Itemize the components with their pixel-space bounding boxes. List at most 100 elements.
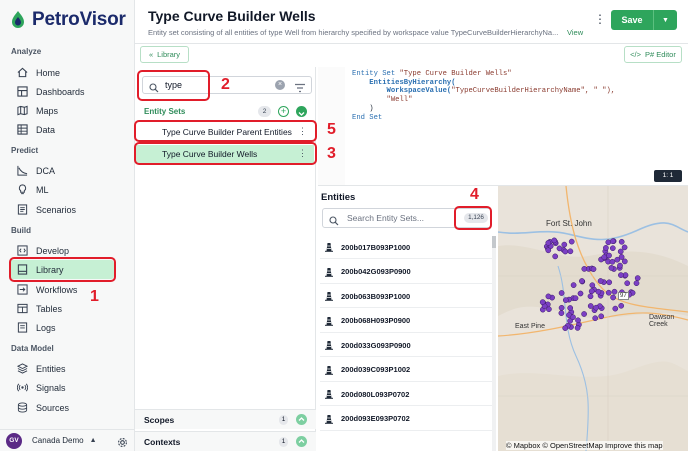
well-point[interactable]	[562, 248, 569, 255]
well-point[interactable]	[633, 280, 640, 287]
table-row[interactable]: 200d080L093P0702	[320, 383, 494, 406]
scrollbar-thumb[interactable]	[492, 236, 496, 248]
well-point[interactable]	[634, 275, 641, 281]
map[interactable]: Fort St. John East Pine Dawson Creek 97	[498, 186, 688, 451]
sidebar-item-sources[interactable]: Sources	[10, 398, 114, 417]
well-point[interactable]	[617, 262, 623, 269]
sidebar-item-maps[interactable]: Maps	[10, 101, 114, 120]
well-point[interactable]	[587, 303, 594, 309]
code-content[interactable]: Entity Set "Type Curve Builder Wells" En…	[352, 70, 615, 122]
expand-icon[interactable]	[296, 436, 307, 447]
contexts-section[interactable]: Contexts 1	[135, 431, 316, 451]
well-point[interactable]	[618, 254, 625, 260]
view-link[interactable]: View	[567, 28, 583, 37]
well-point[interactable]	[612, 305, 619, 312]
well-point[interactable]	[605, 289, 612, 296]
sidebar-item-signals[interactable]: Signals	[10, 378, 114, 397]
sidebar-item-dashboards[interactable]: Dashboards	[10, 82, 114, 101]
chevron-down-icon[interactable]: ▼	[654, 17, 677, 24]
well-point[interactable]	[621, 244, 628, 251]
p-editor-button[interactable]: </> P# Editor	[624, 46, 682, 63]
clear-search-icon[interactable]: ×	[275, 80, 285, 90]
well-point[interactable]	[570, 314, 576, 321]
filter-icon[interactable]	[294, 80, 306, 93]
well-point[interactable]	[570, 282, 577, 288]
table-row[interactable]: 200b017B093P1000	[320, 236, 494, 259]
expand-icon[interactable]	[296, 414, 307, 425]
well-point[interactable]	[562, 297, 569, 303]
back-to-library-button[interactable]: « Library	[140, 46, 189, 63]
sidebar-item-data[interactable]: Data	[10, 120, 114, 139]
well-point[interactable]	[601, 254, 608, 261]
well-point[interactable]	[567, 305, 574, 311]
sidebar-item-scenarios[interactable]: Scenarios	[10, 200, 114, 219]
well-point[interactable]	[597, 278, 604, 284]
collapse-icon[interactable]	[296, 106, 307, 117]
gear-icon[interactable]	[117, 435, 128, 447]
well-point[interactable]	[618, 238, 625, 245]
chevron-down-icon[interactable]: ▲	[90, 437, 97, 444]
well-point[interactable]	[606, 279, 613, 286]
table-row[interactable]: 200d039C093P1002	[320, 359, 494, 382]
well-point[interactable]	[595, 288, 602, 295]
well-point[interactable]	[575, 317, 581, 324]
table-row[interactable]: 200b063B093P1000	[320, 285, 494, 308]
well-point[interactable]	[589, 282, 596, 289]
well-point[interactable]	[603, 245, 609, 251]
well-point[interactable]	[574, 325, 581, 331]
well-point[interactable]	[621, 258, 628, 265]
sidebar-item-home[interactable]: Home	[10, 63, 114, 82]
well-point[interactable]	[551, 237, 558, 244]
sidebar-item-dca[interactable]: DCA	[10, 161, 114, 180]
table-row[interactable]: 200d093E093P0702	[320, 408, 494, 431]
scrollbar[interactable]	[492, 236, 496, 451]
well-point[interactable]	[588, 288, 595, 295]
well-point[interactable]	[598, 313, 605, 320]
well-point[interactable]	[545, 240, 552, 246]
well-point[interactable]	[587, 293, 594, 300]
save-button[interactable]: Save ▼	[611, 10, 677, 30]
table-row[interactable]: 200b068H093P0900	[320, 310, 494, 333]
well-point[interactable]	[610, 294, 616, 301]
search-input[interactable]	[347, 213, 447, 223]
well-point[interactable]	[611, 288, 618, 295]
well-point[interactable]	[545, 247, 552, 254]
well-point[interactable]	[609, 245, 616, 252]
scopes-section[interactable]: Scopes 1	[135, 409, 316, 429]
well-point[interactable]	[618, 272, 624, 278]
well-point[interactable]	[618, 302, 625, 309]
well-point[interactable]	[606, 252, 612, 259]
well-point[interactable]	[561, 241, 568, 248]
well-point[interactable]	[579, 278, 585, 284]
well-point[interactable]	[581, 266, 588, 272]
avatar[interactable]: GV	[6, 432, 22, 449]
well-point[interactable]	[608, 265, 615, 271]
well-point[interactable]	[558, 304, 565, 311]
well-point[interactable]	[592, 315, 599, 322]
well-point[interactable]	[539, 299, 546, 305]
sidebar-item-logs[interactable]: Logs	[10, 318, 114, 337]
map-attribution[interactable]: © Mapbox © OpenStreetMap Improve this ma…	[506, 441, 663, 450]
table-row[interactable]: 200d033G093P0900	[320, 334, 494, 357]
save-label[interactable]: Save	[611, 15, 653, 25]
entity-sets-header[interactable]: Entity Sets	[144, 107, 185, 116]
code-editor[interactable]: Entity Set "Type Curve Builder Wells" En…	[318, 67, 688, 185]
well-point[interactable]	[562, 325, 569, 331]
well-point[interactable]	[609, 238, 616, 245]
sidebar-item-ml[interactable]: ML	[10, 180, 114, 199]
well-point[interactable]	[577, 290, 584, 297]
app-logo[interactable]: PetroVisor	[9, 9, 126, 31]
well-point[interactable]	[593, 304, 599, 311]
well-point[interactable]	[556, 245, 563, 252]
well-point[interactable]	[558, 290, 565, 296]
well-point[interactable]	[545, 293, 552, 300]
sidebar-item-entities[interactable]: Entities	[10, 359, 114, 378]
well-point[interactable]	[609, 258, 616, 265]
well-point[interactable]	[558, 310, 565, 316]
well-point[interactable]	[590, 266, 597, 272]
add-icon[interactable]: +	[278, 106, 289, 117]
more-options-icon[interactable]: ⋮	[594, 12, 606, 26]
workspace-switcher[interactable]: GV Canada Demo ▲	[0, 429, 135, 451]
well-point[interactable]	[572, 295, 579, 302]
well-point[interactable]	[552, 253, 559, 260]
